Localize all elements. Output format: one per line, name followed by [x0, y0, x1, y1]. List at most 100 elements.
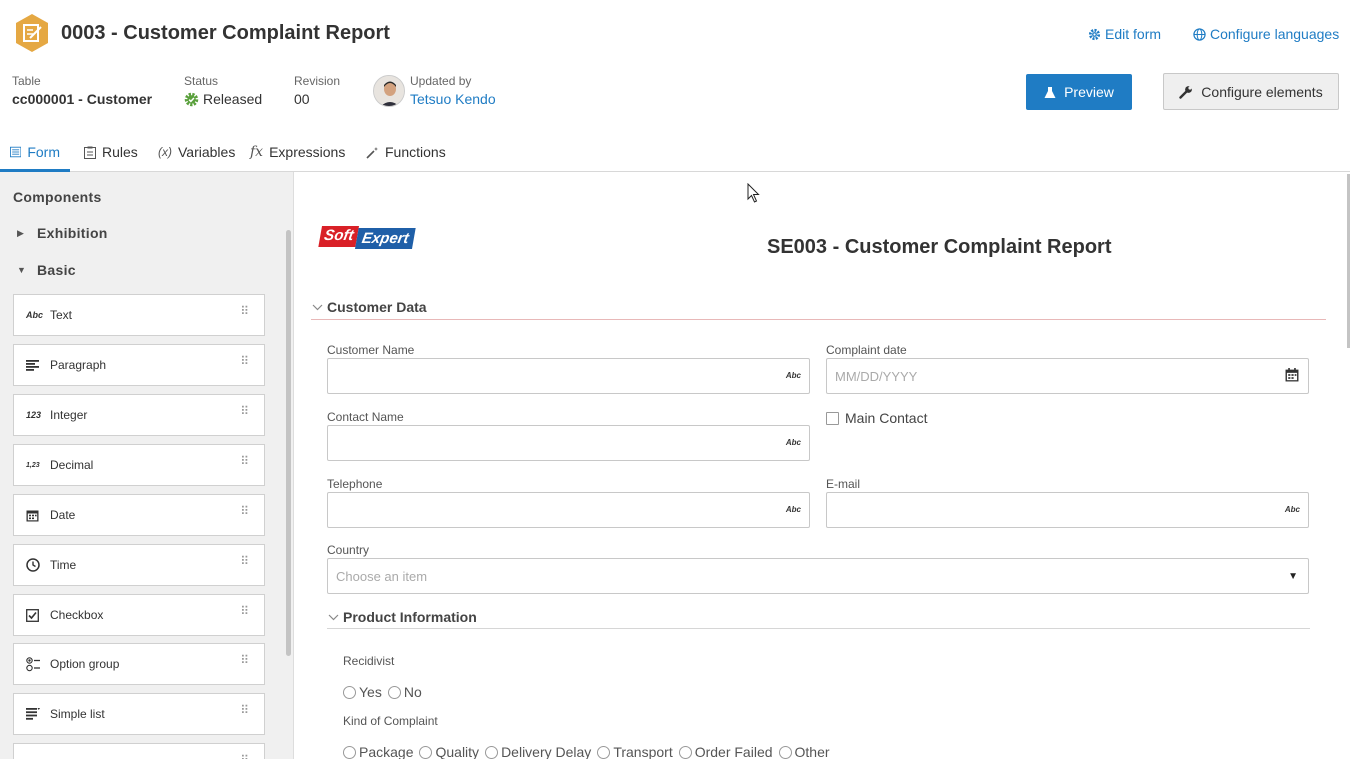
contact-name-input[interactable]: Abc [327, 425, 810, 461]
radio-label: Delivery Delay [501, 744, 592, 759]
component-label: Simple list [50, 707, 105, 721]
component-label: Integer [50, 408, 88, 422]
text-abc-icon: Abc [785, 438, 801, 447]
globe-icon [1193, 27, 1206, 41]
app-window: 0003 - Customer Complaint Report Edit fo… [0, 0, 1350, 759]
radio-other[interactable]: Other [778, 744, 830, 759]
radio-yes[interactable]: Yes [343, 684, 382, 700]
drag-handle-icon[interactable]: ⠿ [240, 704, 249, 716]
text-abc-icon: Abc [1284, 505, 1300, 514]
radio-label: Yes [359, 684, 382, 700]
component-integer[interactable]: 123 Integer ⠿ [13, 394, 265, 436]
section-product-information[interactable]: Product Information [328, 609, 477, 625]
contact-name-label: Contact Name [327, 410, 404, 424]
drag-handle-icon[interactable]: ⠿ [240, 555, 249, 567]
component-label: Date [50, 508, 76, 522]
drag-handle-icon[interactable]: ⠿ [240, 355, 249, 367]
radio-circle[interactable] [343, 685, 356, 699]
radio-circle[interactable] [419, 745, 433, 759]
telephone-label: Telephone [327, 477, 383, 491]
tab-variables[interactable]: (x) Variables [148, 132, 246, 172]
radio-order-failed[interactable]: Order Failed [678, 744, 773, 759]
radio-circle[interactable] [597, 745, 611, 759]
preview-button[interactable]: Preview [1026, 74, 1132, 110]
chevron-down-icon [312, 304, 323, 310]
avatar [373, 75, 405, 107]
updated-by-link[interactable]: Tetsuo Kendo [410, 91, 496, 107]
complaint-date-label: Complaint date [826, 343, 907, 357]
radio-transport[interactable]: Transport [597, 744, 673, 759]
chevron-down-icon [328, 614, 339, 620]
component-list[interactable]: ⠿ [13, 743, 265, 759]
preview-label: Preview [1064, 84, 1114, 100]
section-customer-data[interactable]: Customer Data [312, 299, 427, 315]
radio-circle[interactable] [387, 685, 401, 699]
complaint-date-placeholder: MM/DD/YYYY [835, 369, 918, 384]
drag-handle-icon[interactable]: ⠿ [240, 305, 249, 317]
kind-of-complaint-label: Kind of Complaint [343, 714, 438, 728]
radio-no[interactable]: No [387, 684, 422, 700]
group-basic-label: Basic [37, 262, 76, 278]
group-exhibition[interactable]: ▶ Exhibition [17, 225, 108, 241]
tab-expressions[interactable]: fx Expressions [240, 132, 352, 172]
section-divider [311, 319, 1326, 320]
group-exhibition-label: Exhibition [37, 225, 108, 241]
radio-circle[interactable] [778, 745, 792, 759]
component-simple-list[interactable]: Simple list ⠿ [13, 693, 265, 735]
gear-icon [1088, 28, 1101, 40]
checkbox-box[interactable] [826, 411, 839, 425]
tab-rules[interactable]: Rules [74, 132, 150, 172]
tab-expressions-label: Expressions [269, 144, 346, 160]
radio-label: No [403, 684, 422, 700]
email-input[interactable]: Abc [826, 492, 1309, 528]
drag-handle-icon[interactable]: ⠿ [240, 405, 249, 417]
sidebar-scrollbar[interactable] [286, 230, 291, 656]
logo-soft-text: Soft [318, 226, 360, 247]
tab-rules-label: Rules [102, 144, 138, 160]
header: 0003 - Customer Complaint Report Edit fo… [0, 0, 1350, 172]
group-basic[interactable]: ▼ Basic [17, 262, 76, 278]
radio-quality[interactable]: Quality [419, 744, 479, 759]
tab-form[interactable]: Form [0, 132, 70, 172]
drag-handle-icon[interactable]: ⠿ [240, 505, 249, 517]
meta-updated: Updated by Tetsuo Kendo [410, 74, 496, 107]
logo-expert-text: Expert [355, 228, 416, 249]
configure-languages-link[interactable]: Configure languages [1193, 26, 1339, 42]
component-label: Decimal [50, 458, 94, 472]
component-option-group[interactable]: Option group ⠿ [13, 643, 265, 685]
status-label: Status [184, 74, 219, 88]
component-time[interactable]: Time ⠿ [13, 544, 265, 586]
decimal-icon: 1,23 [26, 461, 40, 469]
configure-elements-button[interactable]: Configure elements [1163, 73, 1339, 110]
component-text[interactable]: Abc Text ⠿ [13, 294, 265, 336]
radio-circle[interactable] [678, 745, 692, 759]
component-date[interactable]: Date ⠿ [13, 494, 265, 536]
complaint-date-input[interactable]: MM/DD/YYYY [826, 358, 1309, 394]
drag-handle-icon[interactable]: ⠿ [240, 455, 249, 467]
radio-label: Quality [435, 744, 480, 759]
drag-handle-icon[interactable]: ⠿ [240, 654, 249, 666]
component-decimal[interactable]: 1,23 Decimal ⠿ [13, 444, 265, 486]
radio-delivery-delay[interactable]: Delivery Delay [485, 744, 591, 759]
radio-package[interactable]: Package [343, 744, 413, 759]
component-label: Text [50, 308, 73, 322]
tab-functions[interactable]: Functions [356, 132, 456, 172]
wrench-icon [1179, 85, 1193, 99]
simple-list-icon [26, 708, 44, 720]
component-checkbox[interactable]: Checkbox ⠿ [13, 594, 265, 636]
calendar-icon[interactable] [1285, 368, 1299, 382]
telephone-input[interactable]: Abc [327, 492, 810, 528]
edit-form-link[interactable]: Edit form [1088, 26, 1161, 42]
rules-icon [84, 146, 96, 159]
radio-circle[interactable] [343, 745, 356, 759]
drag-handle-icon[interactable]: ⠿ [240, 605, 249, 617]
flask-icon [1044, 86, 1056, 98]
main-contact-checkbox[interactable]: Main Contact [826, 410, 927, 426]
option-group-icon [26, 656, 44, 672]
calendar-icon [26, 509, 44, 522]
component-paragraph[interactable]: Paragraph ⠿ [13, 344, 265, 386]
radio-circle[interactable] [485, 745, 499, 759]
customer-name-input[interactable]: Abc [327, 358, 810, 394]
country-select[interactable]: Choose an item ▼ [327, 558, 1309, 594]
radio-label: Package [359, 744, 414, 759]
